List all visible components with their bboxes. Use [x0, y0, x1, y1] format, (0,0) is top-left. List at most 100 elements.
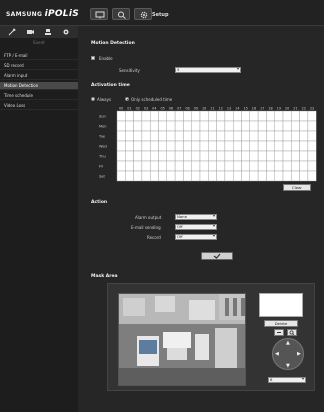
schedule-cell[interactable]: [274, 140, 284, 152]
schedule-cell[interactable]: [150, 170, 159, 182]
schedule-cell[interactable]: [291, 130, 300, 142]
schedule-cell[interactable]: [133, 150, 143, 162]
schedule-cell[interactable]: [241, 130, 251, 142]
schedule-cell[interactable]: [141, 110, 151, 122]
schedule-cell[interactable]: [224, 170, 234, 182]
event-icon[interactable]: [62, 28, 70, 36]
schedule-cell[interactable]: [299, 110, 309, 122]
schedule-cell[interactable]: [116, 110, 126, 122]
schedule-cell[interactable]: [183, 140, 192, 152]
schedule-cell[interactable]: [141, 150, 151, 162]
schedule-cell[interactable]: [224, 120, 234, 132]
schedule-cell[interactable]: [150, 130, 159, 142]
schedule-cell[interactable]: [307, 170, 317, 182]
sidebar-item-alarm-input[interactable]: Alarm input: [0, 72, 78, 80]
schedule-cell[interactable]: [158, 170, 168, 182]
clear-button[interactable]: Clear: [283, 184, 311, 191]
schedule-cell[interactable]: [116, 160, 126, 172]
schedule-cell[interactable]: [282, 110, 292, 122]
schedule-cell[interactable]: [158, 160, 168, 172]
schedule-cell[interactable]: [125, 150, 134, 162]
schedule-cell[interactable]: [307, 120, 317, 132]
schedule-cell[interactable]: [158, 140, 168, 152]
schedule-cell[interactable]: [307, 160, 317, 172]
schedule-cell[interactable]: [166, 110, 176, 122]
zoom-in-button[interactable]: [287, 329, 297, 336]
schedule-cell[interactable]: [232, 140, 242, 152]
schedule-cell[interactable]: [216, 120, 226, 132]
schedule-cell[interactable]: [133, 160, 143, 172]
schedule-cell[interactable]: [166, 150, 176, 162]
sidebar-item-time-schedule[interactable]: Time schedule: [0, 92, 78, 100]
schedule-cell[interactable]: [191, 110, 201, 122]
schedule-cell[interactable]: [183, 160, 192, 172]
schedule-cell[interactable]: [116, 120, 126, 132]
schedule-cell[interactable]: [174, 130, 184, 142]
email-sending-select[interactable]: Off: [175, 224, 217, 230]
schedule-cell[interactable]: [299, 160, 309, 172]
schedule-cell[interactable]: [291, 140, 300, 152]
schedule-cell[interactable]: [249, 160, 259, 172]
schedule-cell[interactable]: [249, 130, 259, 142]
schedule-cell[interactable]: [191, 170, 201, 182]
schedule-cell[interactable]: [166, 140, 176, 152]
schedule-cell[interactable]: [133, 130, 143, 142]
schedule-cell[interactable]: [307, 150, 317, 162]
arrow-right-icon[interactable]: ▶: [297, 351, 301, 357]
schedule-cell[interactable]: [282, 130, 292, 142]
schedule-cell[interactable]: [266, 170, 275, 182]
schedule-cell[interactable]: [191, 120, 201, 132]
schedule-cell[interactable]: [307, 110, 317, 122]
schedule-cell[interactable]: [249, 120, 259, 132]
schedule-cell[interactable]: [257, 150, 267, 162]
schedule-cell[interactable]: [216, 170, 226, 182]
schedule-cell[interactable]: [232, 120, 242, 132]
schedule-cell[interactable]: [133, 140, 143, 152]
schedule-cell[interactable]: [241, 170, 251, 182]
schedule-cell[interactable]: [150, 120, 159, 132]
schedule-cell[interactable]: [216, 150, 226, 162]
schedule-cell[interactable]: [174, 120, 184, 132]
schedule-cell[interactable]: [241, 120, 251, 132]
schedule-cell[interactable]: [274, 160, 284, 172]
schedule-cell[interactable]: [274, 170, 284, 182]
schedule-cell[interactable]: [199, 120, 209, 132]
schedule-cell[interactable]: [150, 150, 159, 162]
tab-setup[interactable]: [134, 8, 152, 20]
sidebar-item-video-loss[interactable]: Video Loss: [0, 102, 78, 110]
schedule-cell[interactable]: [125, 120, 134, 132]
schedule-cell[interactable]: [232, 150, 242, 162]
sidebar-item-ftp-email[interactable]: FTP / E-mail: [0, 52, 78, 60]
schedule-cell[interactable]: [266, 130, 275, 142]
schedule-cell[interactable]: [257, 130, 267, 142]
arrow-down-icon[interactable]: ▼: [286, 363, 290, 369]
schedule-cell[interactable]: [232, 130, 242, 142]
schedule-cell[interactable]: [174, 110, 184, 122]
schedule-cell[interactable]: [291, 150, 300, 162]
always-radio[interactable]: [91, 97, 95, 101]
schedule-cell[interactable]: [199, 170, 209, 182]
schedule-cell[interactable]: [291, 120, 300, 132]
schedule-cell[interactable]: [224, 130, 234, 142]
schedule-cell[interactable]: [125, 130, 134, 142]
delete-button[interactable]: Delete: [264, 320, 298, 327]
schedule-cell[interactable]: [174, 160, 184, 172]
schedule-cell[interactable]: [291, 160, 300, 172]
schedule-cell[interactable]: [241, 140, 251, 152]
sensitivity-select[interactable]: 5: [175, 67, 241, 73]
camera-icon[interactable]: [26, 28, 34, 36]
alarm-output-select[interactable]: None: [175, 214, 217, 220]
schedule-cell[interactable]: [183, 150, 192, 162]
arrow-left-icon[interactable]: ◀: [275, 351, 279, 357]
schedule-cell[interactable]: [266, 110, 275, 122]
schedule-cell[interactable]: [216, 140, 226, 152]
schedule-cell[interactable]: [150, 140, 159, 152]
schedule-cell[interactable]: [208, 110, 217, 122]
schedule-cell[interactable]: [216, 130, 226, 142]
schedule-cell[interactable]: [133, 110, 143, 122]
schedule-cell[interactable]: [291, 110, 300, 122]
schedule-cell[interactable]: [208, 160, 217, 172]
schedule-cell[interactable]: [158, 120, 168, 132]
schedule-cell[interactable]: [299, 120, 309, 132]
schedule-cell[interactable]: [208, 120, 217, 132]
